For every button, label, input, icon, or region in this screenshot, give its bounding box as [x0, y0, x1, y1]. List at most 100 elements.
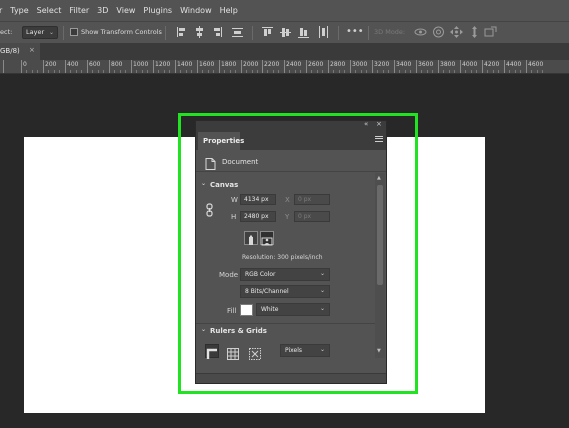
horizontal-ruler[interactable]: 0 200 400 600 800 1000 1200 1400 1600 1800 2000 220…	[0, 60, 569, 74]
ruler-tick-label: 3600	[418, 61, 434, 68]
align-vertical-centers-icon[interactable]	[280, 26, 291, 38]
ruler-minor-tick	[273, 70, 274, 73]
document-tab[interactable]: GB/8) ×	[0, 43, 40, 60]
ruler-minor-tick	[454, 70, 455, 73]
height-input[interactable]: 2480 px	[240, 211, 276, 222]
ruler-minor-tick	[388, 70, 389, 73]
ruler-tick-label: 3800	[440, 61, 456, 68]
chevron-down-icon: ⌄	[319, 305, 325, 312]
ruler-tick-label: 600	[89, 61, 101, 68]
close-panel-icon[interactable]: ×	[376, 121, 382, 128]
ruler-minor-tick	[289, 70, 290, 73]
auto-select-value: Layer	[26, 28, 45, 36]
panel-menu-icon[interactable]	[375, 136, 383, 142]
menu-item-help[interactable]: Help	[220, 6, 238, 15]
ruler-minor-tick	[267, 70, 268, 73]
ruler-tick-label: 4000	[462, 61, 478, 68]
separator	[338, 26, 339, 40]
3d-slide-icon[interactable]	[468, 26, 481, 38]
chevron-down-icon: ⌄	[201, 180, 207, 187]
y-input[interactable]: 0 px	[294, 211, 330, 222]
ruler-minor-tick	[487, 70, 488, 73]
portrait-orientation-button[interactable]	[244, 231, 258, 245]
distribute-icon[interactable]	[232, 26, 243, 38]
ruler-major-tick	[21, 60, 22, 73]
auto-select-dropdown[interactable]: Layer ⌄	[22, 26, 58, 39]
canvas-section-header[interactable]: ⌄ Canvas	[196, 178, 376, 192]
toggle-rulers-button[interactable]	[205, 344, 219, 359]
scrollbar-thumb[interactable]	[377, 185, 383, 285]
ruler-major-tick	[460, 60, 461, 73]
toggle-pixel-grid-button[interactable]	[249, 345, 263, 360]
menu-item-view[interactable]: View	[116, 6, 135, 15]
bit-depth-dropdown[interactable]: 8 Bits/Channel ⌄	[240, 285, 330, 298]
landscape-orientation-button[interactable]	[260, 231, 274, 246]
ruler-minor-tick	[59, 70, 60, 73]
scroll-up-icon[interactable]: ▲	[377, 175, 381, 181]
panel-tab-bar: Properties	[196, 130, 386, 150]
align-top-edges-icon[interactable]	[262, 26, 273, 38]
ruler-minor-tick	[32, 70, 33, 73]
align-bottom-edges-icon[interactable]	[298, 26, 309, 38]
menu-item-3d[interactable]: 3D	[97, 6, 108, 15]
ruler-tick-label: 3000	[352, 61, 368, 68]
menu-item-select[interactable]: Select	[37, 6, 62, 15]
3d-scale-icon[interactable]	[484, 26, 497, 38]
ruler-units-dropdown[interactable]: Pixels ⌄	[280, 344, 330, 357]
ruler-minor-tick	[246, 70, 247, 73]
fill-dropdown[interactable]: White ⌄	[256, 303, 330, 316]
document-icon	[205, 155, 216, 174]
height-label: H	[231, 213, 237, 221]
toggle-grid-button[interactable]	[227, 345, 241, 360]
ruler-minor-tick	[142, 70, 143, 73]
align-horizontal-centers-icon[interactable]	[194, 26, 205, 38]
fill-color-swatch[interactable]	[240, 304, 253, 316]
ruler-minor-tick	[76, 70, 77, 73]
menu-item-file[interactable]: r	[0, 6, 2, 15]
link-dimensions-icon[interactable]	[206, 202, 214, 221]
x-input[interactable]: 0 px	[294, 194, 330, 205]
3d-roll-icon[interactable]	[432, 26, 445, 38]
collapse-panel-icon[interactable]: «	[364, 121, 368, 128]
show-transform-controls-checkbox[interactable]	[70, 28, 78, 36]
show-transform-controls-label: Show Transform Controls	[81, 28, 162, 36]
ruler-major-tick	[350, 60, 351, 73]
ruler-minor-tick	[432, 70, 433, 73]
align-left-edges-icon[interactable]	[176, 26, 187, 38]
ruler-minor-tick	[405, 70, 406, 73]
ruler-minor-tick	[537, 70, 538, 73]
chevron-down-icon: ⌄	[319, 346, 325, 353]
ruler-tick-label: 800	[111, 61, 123, 68]
ruler-minor-tick	[493, 70, 494, 73]
menu-item-window[interactable]: Window	[180, 6, 212, 15]
ruler-major-tick	[175, 60, 176, 73]
panel-title-bar[interactable]: « ×	[196, 121, 386, 130]
separator	[252, 26, 253, 40]
scroll-down-icon[interactable]: ▼	[377, 348, 381, 354]
ruler-minor-tick	[449, 70, 450, 73]
ruler-minor-tick	[509, 70, 510, 73]
tab-properties[interactable]: Properties	[198, 132, 244, 150]
rulers-grids-section-header[interactable]: ⌄ Rulers & Grids	[196, 324, 376, 338]
ruler-major-tick	[43, 60, 44, 73]
close-tab-icon[interactable]: ×	[29, 46, 35, 54]
distribute-vertical-icon[interactable]	[318, 26, 329, 38]
ruler-minor-tick	[339, 70, 340, 73]
color-mode-dropdown[interactable]: RGB Color ⌄	[240, 268, 330, 281]
panel-scrollbar[interactable]: ▲ ▼	[375, 173, 385, 358]
ruler-major-tick	[482, 60, 483, 73]
ruler-minor-tick	[70, 70, 71, 73]
ruler-major-tick	[65, 60, 66, 73]
menu-item-plugins[interactable]: Plugins	[143, 6, 172, 15]
chevron-down-icon: ⌄	[319, 287, 325, 294]
more-options-button[interactable]: •••	[346, 26, 364, 37]
3d-pan-icon[interactable]	[450, 26, 463, 38]
align-right-edges-icon[interactable]	[212, 26, 223, 38]
menu-item-filter[interactable]: Filter	[69, 6, 89, 15]
x-label: X	[285, 196, 290, 204]
menu-item-type[interactable]: Type	[10, 6, 28, 15]
width-input[interactable]: 4134 px	[240, 194, 276, 205]
3d-orbit-icon[interactable]	[414, 26, 427, 38]
ruler-minor-tick	[208, 70, 209, 73]
ruler-tick-label: 200	[45, 61, 57, 68]
